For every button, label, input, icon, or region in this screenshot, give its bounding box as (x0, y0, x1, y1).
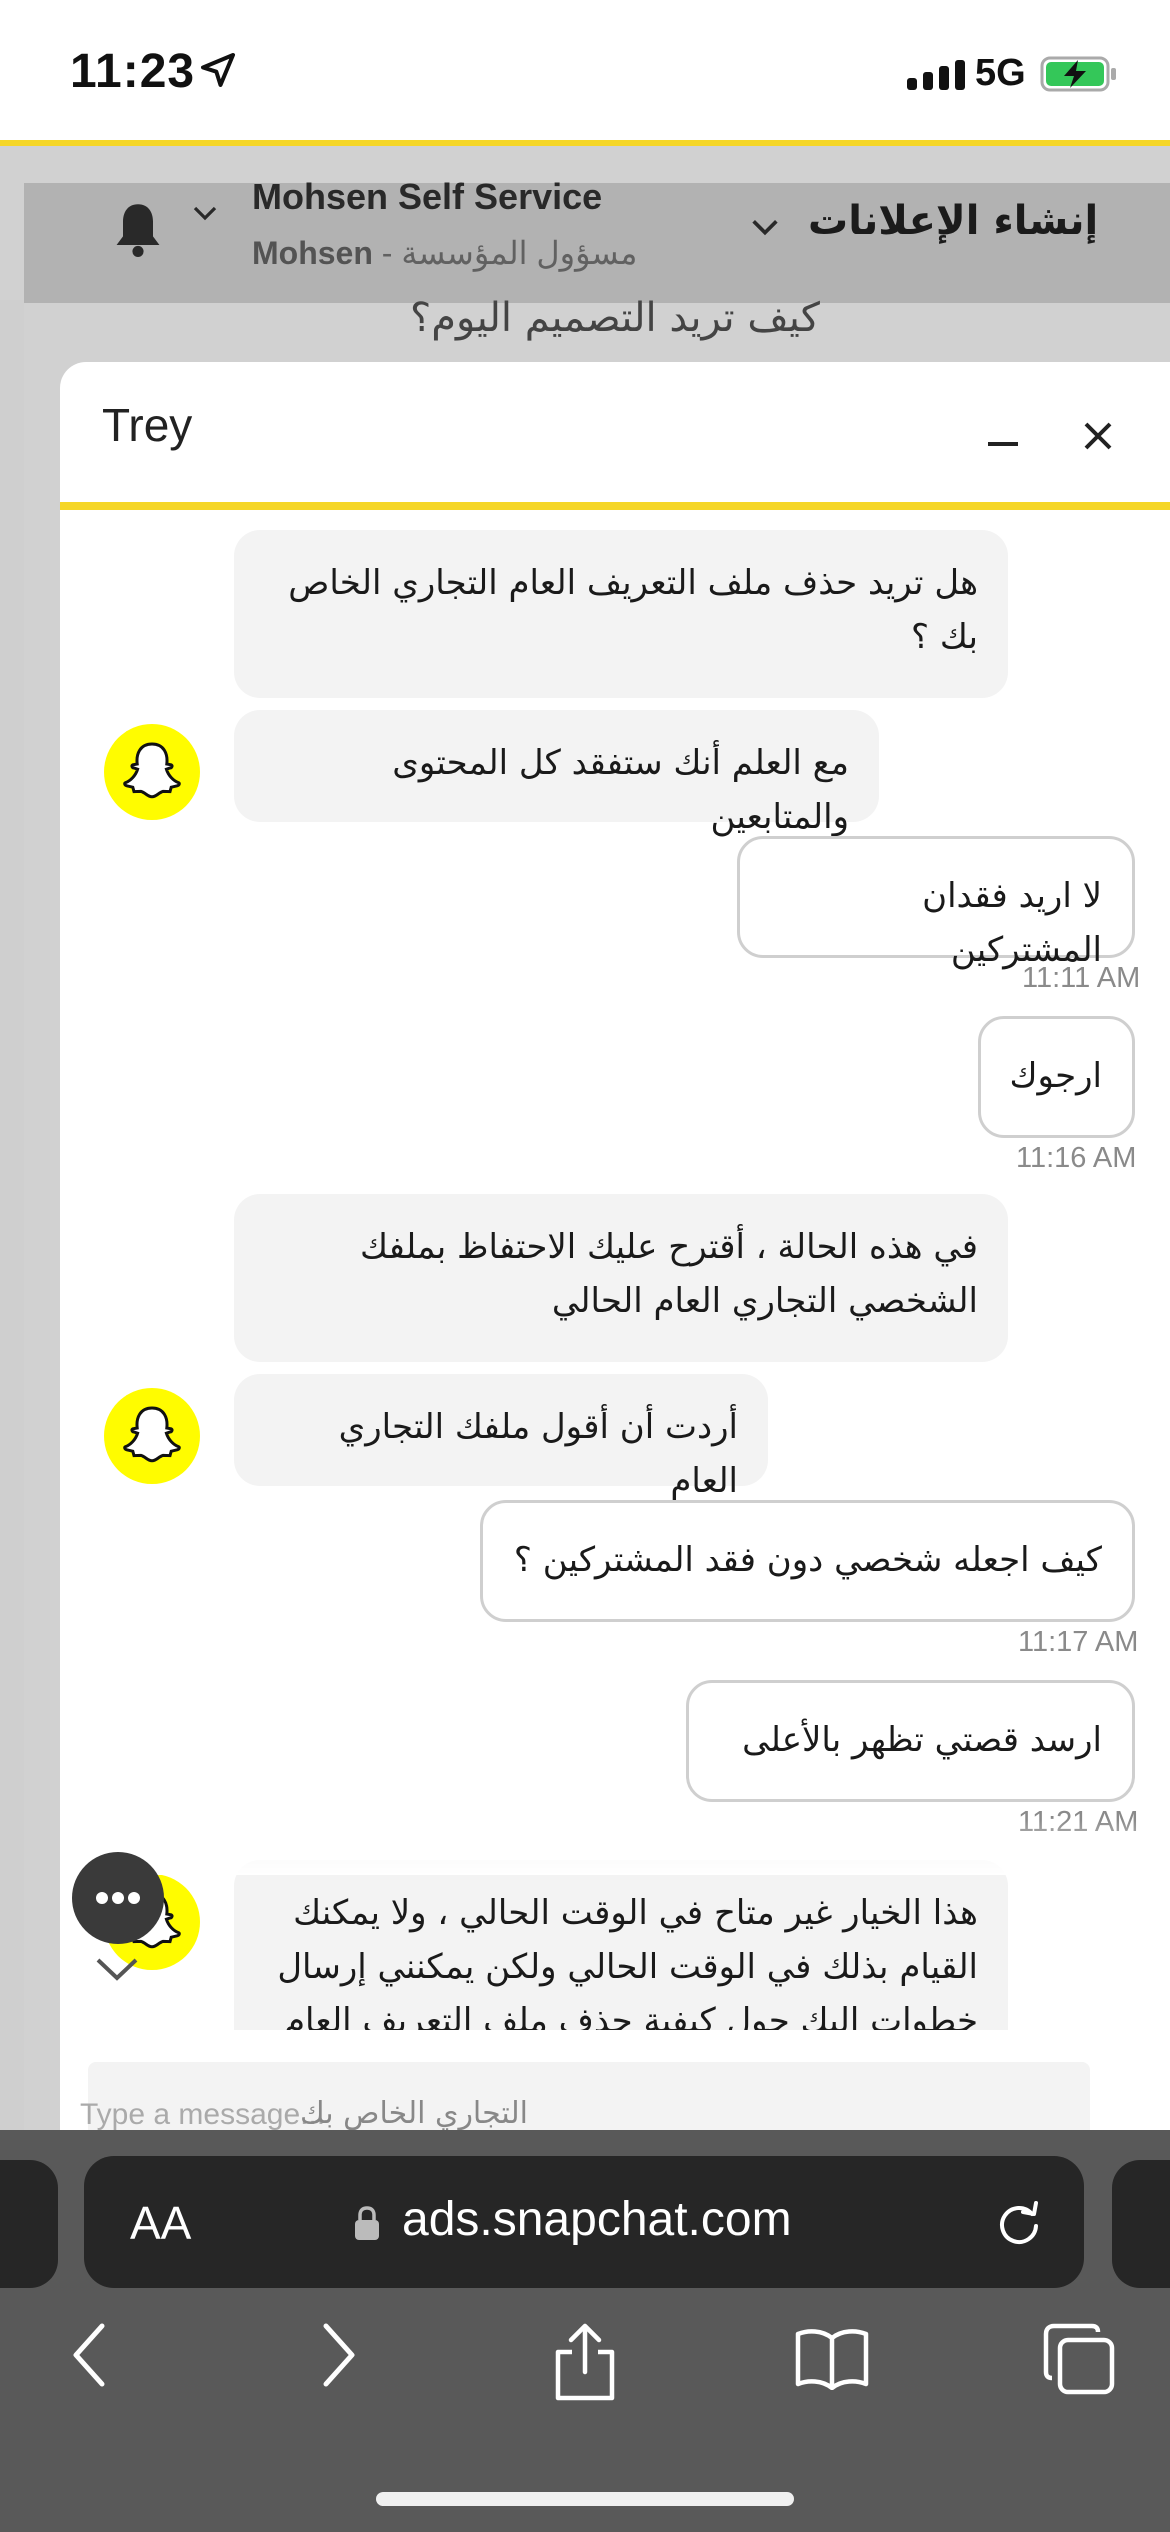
tabs-icon[interactable] (1042, 2322, 1116, 2396)
agent-message: في هذه الحالة ، أقترح عليك الاحتفاظ بملف… (234, 1194, 1008, 1362)
status-bar: 11:23 5G (0, 0, 1170, 140)
user-message: ارجوك (978, 1016, 1135, 1138)
user-message: لا اريد فقدان المشتركين (737, 836, 1135, 970)
user-message: كيف اجعله شخصي دون فقد المشتركين ؟ (480, 1500, 1135, 1622)
chat-panel: Trey هل تريد حذف ملف التعريف العام التجا… (60, 362, 1170, 2142)
minimize-icon[interactable] (982, 412, 1026, 452)
battery-charging-icon (1040, 56, 1116, 92)
page-edge (0, 300, 24, 2130)
url-text[interactable]: ads.snapchat.com (402, 2192, 792, 2247)
lock-icon (355, 2206, 379, 2240)
ellipsis-icon (96, 1892, 140, 1904)
agent-message: هذا الخيار غير متاح في الوقت الحالي ، ول… (234, 1860, 1008, 2030)
home-indicator (376, 2492, 794, 2506)
network-type: 5G (975, 52, 1026, 94)
chevron-down-icon[interactable] (92, 1952, 142, 1988)
snapchat-ghost-icon (123, 1406, 181, 1463)
text-size-button[interactable]: AA (130, 2196, 191, 2250)
agent-avatar (104, 724, 200, 820)
previous-tab-stub[interactable] (0, 2160, 58, 2288)
agent-message: هل تريد حذف ملف التعريف العام التجاري ال… (234, 530, 1008, 698)
location-arrow-icon (201, 53, 235, 87)
user-message: ارسد قصتي تظهر بالأعلى (686, 1680, 1135, 1802)
bookmarks-icon[interactable] (794, 2326, 870, 2390)
share-icon[interactable] (550, 2322, 620, 2402)
chat-title: Trey (102, 399, 193, 451)
message-time: 11:17 AM (1018, 1626, 1139, 1658)
next-tab-stub[interactable] (1112, 2160, 1170, 2288)
input-overlay-text: التجاري الخاص بك (300, 2096, 528, 2131)
input-placeholder: Type a message... (80, 2098, 326, 2131)
message-time: 11:16 AM (1016, 1142, 1137, 1174)
scroll-fade (60, 1820, 1170, 1875)
back-icon[interactable] (66, 2320, 112, 2390)
agent-message: أردت أن أقول ملفك التجاري العام (234, 1374, 768, 1501)
close-icon[interactable] (1080, 418, 1116, 454)
background-question: كيف تريد التصميم اليوم؟ (410, 295, 820, 341)
message-list[interactable]: هل تريد حذف ملف التعريف العام التجاري ال… (60, 510, 1170, 2030)
agent-avatar (104, 1388, 200, 1484)
status-time: 11:23 (70, 45, 196, 98)
snapchat-ghost-icon (123, 742, 181, 799)
agent-message: مع العلم أنك ستفقد كل المحتوى والمتابعين (234, 710, 879, 837)
forward-icon[interactable] (316, 2320, 362, 2390)
reload-icon[interactable] (992, 2196, 1046, 2250)
chat-header-divider (60, 502, 1170, 510)
signal-icon (907, 60, 965, 90)
message-time: 11:11 AM (1022, 962, 1141, 994)
more-options-button[interactable] (72, 1852, 164, 1944)
